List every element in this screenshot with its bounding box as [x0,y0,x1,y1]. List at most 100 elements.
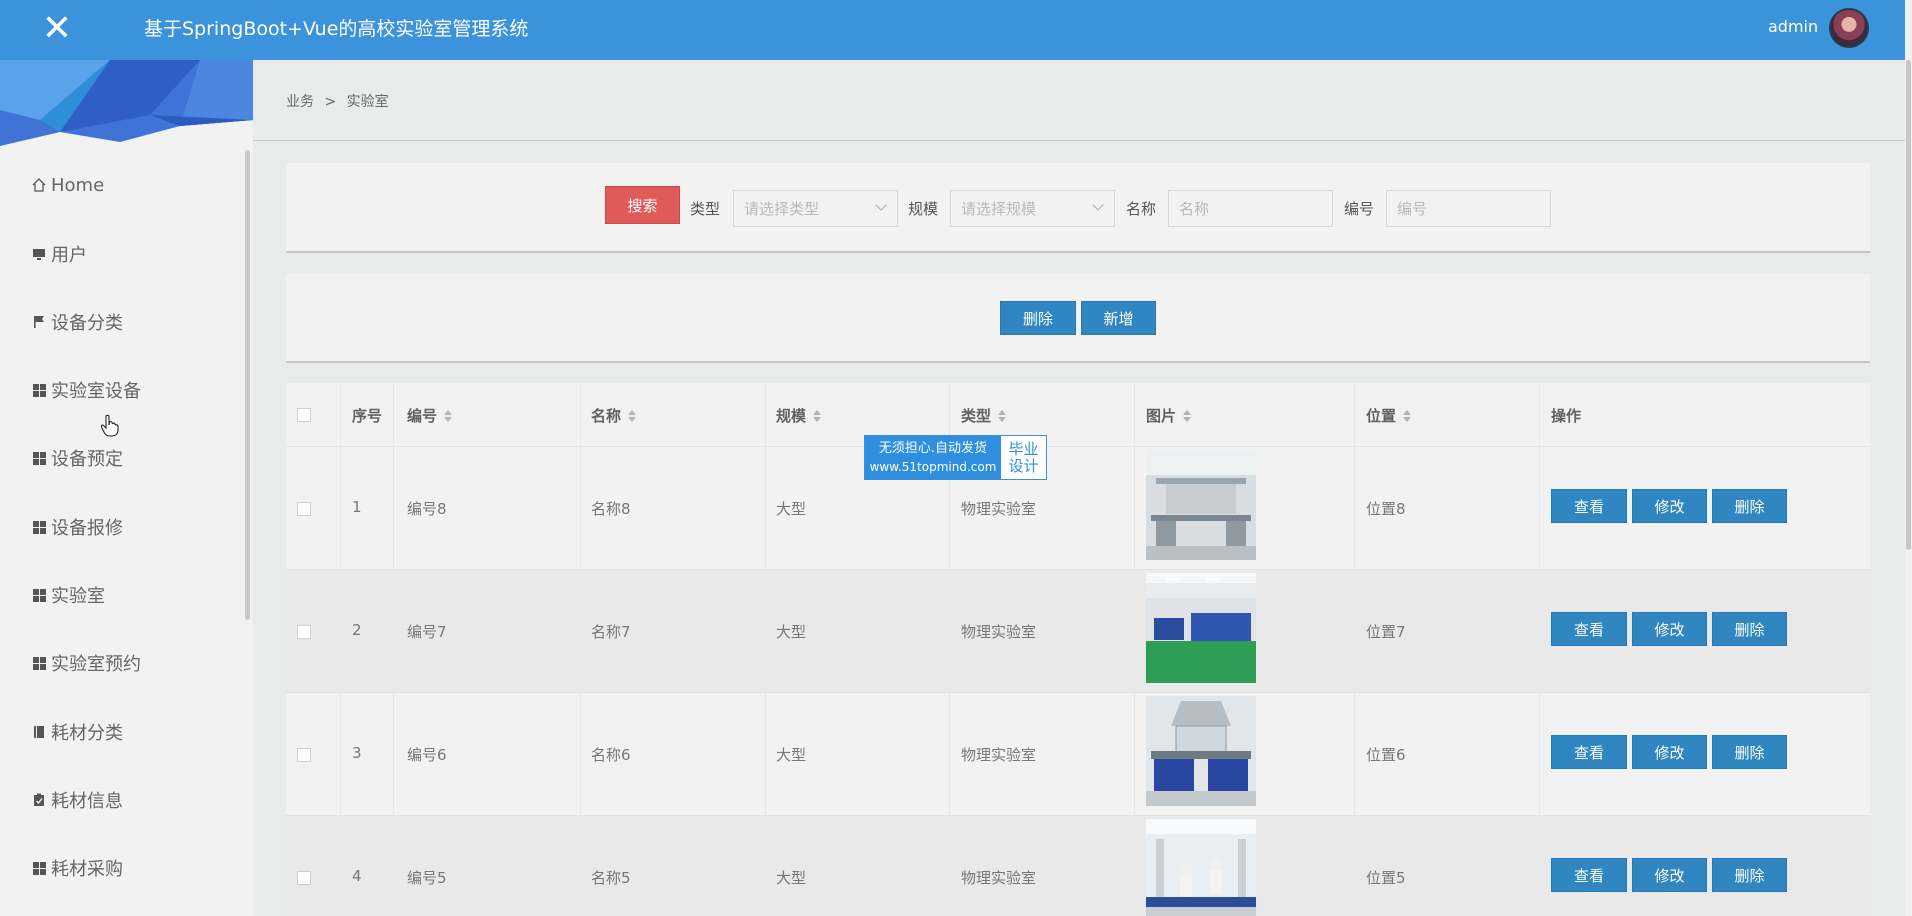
avatar[interactable] [1829,8,1869,48]
select-all-checkbox[interactable] [297,408,311,422]
name-input[interactable]: 名称 [1168,190,1333,227]
table-row: 4 编号5 名称5 大型 物理实验室 位置5 查看 修改 删除 [286,816,1870,916]
column-header-label: 类型 [961,407,992,425]
page-scrollbar[interactable] [1905,0,1912,916]
cell-scale: 大型 [776,869,807,887]
edit-button[interactable]: 修改 [1632,612,1707,646]
sidebar-item-material-purchase[interactable]: 耗材采购 [30,853,123,883]
cell-scale: 大型 [776,500,807,518]
lab-image[interactable] [1146,450,1256,560]
sort-icon[interactable] [1403,409,1412,422]
grid-icon [30,449,48,467]
home-icon [30,176,48,194]
watermark-right2: 设计 [1008,456,1039,475]
sidebar-item-device-repair[interactable]: 设备报修 [30,512,123,542]
column-header-label: 操作 [1551,407,1582,425]
column-header-label: 序号 [352,407,383,425]
delete-row-button[interactable]: 删除 [1712,858,1787,892]
sort-icon[interactable] [813,409,822,422]
sidebar-item-material-category[interactable]: 耗材分类 [30,717,123,747]
column-header-index: 序号 [352,405,382,426]
watermark-right: 毕业 设计 [1001,436,1046,479]
grid-icon [30,381,48,399]
monitor-icon [30,245,48,263]
column-header-image[interactable]: 图片 [1146,405,1192,426]
breadcrumb-separator: > [324,94,337,110]
sidebar-item-users[interactable]: 用户 [30,239,87,269]
sort-icon[interactable] [628,409,637,422]
sidebar-item-label: 耗材采购 [51,859,123,880]
cell-location: 位置6 [1366,746,1406,764]
column-header-label: 编号 [407,407,438,425]
edit-button[interactable]: 修改 [1632,858,1707,892]
table-header: 序号 编号 名称 规模 类型 图片 位置 操作 [286,383,1870,447]
table-row: 3 编号6 名称6 大型 物理实验室 位置6 查看 修改 删除 [286,693,1870,816]
column-header-location[interactable]: 位置 [1366,405,1412,426]
table-row: 1 编号8 名称8 大型 物理实验室 位置8 查看 修改 删除 [286,447,1870,570]
watermark-right1: 毕业 [1008,439,1039,458]
edit-button[interactable]: 修改 [1632,735,1707,769]
column-header-code[interactable]: 编号 [407,405,453,426]
view-button[interactable]: 查看 [1551,735,1627,769]
cell-name: 名称7 [591,623,631,641]
sidebar-item-home[interactable]: Home [30,170,104,200]
sidebar-item-lab-devices[interactable]: 实验室设备 [30,375,141,405]
column-header-name[interactable]: 名称 [591,405,637,426]
sidebar-item-lab-reservation[interactable]: 实验室预约 [30,648,141,678]
sidebar-scrollbar[interactable] [245,150,250,620]
page-scrollbar-thumb[interactable] [1906,60,1911,550]
watermark-badge: 无须担心.自动发货 www.51topmind.com 毕业 设计 [864,435,1047,480]
search-button[interactable]: 搜索 [605,186,680,224]
column-header-scale[interactable]: 规模 [776,405,822,426]
sidebar-item-device-category[interactable]: 设备分类 [30,307,123,337]
sidebar-item-material-info[interactable]: 耗材信息 [30,785,123,815]
delete-row-button[interactable]: 删除 [1712,612,1787,646]
delete-button[interactable]: 删除 [1000,301,1076,335]
grid-icon [30,859,48,877]
username[interactable]: admin [1768,17,1818,36]
view-button[interactable]: 查看 [1551,858,1627,892]
sidebar-item-label: 实验室设备 [51,381,141,402]
sidebar-item-device-booking[interactable]: 设备预定 [30,443,123,473]
sidebar-item-label: 用户 [51,245,87,266]
sidebar-item-label: 设备报修 [51,518,123,539]
sidebar-item-label: 耗材分类 [51,723,123,744]
close-icon[interactable]: ✕ [36,8,78,50]
column-header-label: 规模 [776,407,807,425]
code-input[interactable]: 编号 [1386,190,1551,227]
type-select[interactable]: 请选择类型 [733,190,898,227]
lab-image[interactable] [1146,573,1256,683]
view-button[interactable]: 查看 [1551,612,1627,646]
sort-icon[interactable] [998,409,1007,422]
hand-cursor-icon [100,414,119,437]
lab-image[interactable] [1146,696,1256,806]
sort-icon[interactable] [444,409,453,422]
column-header-type[interactable]: 类型 [961,405,1007,426]
cell-name: 名称8 [591,500,631,518]
breadcrumb-current: 实验室 [346,94,389,110]
cell-index: 2 [352,621,362,639]
sidebar-item-label: 实验室预约 [51,654,141,675]
delete-row-button[interactable]: 删除 [1712,735,1787,769]
add-button[interactable]: 新增 [1081,301,1156,335]
code-label: 编号 [1344,200,1375,218]
scale-select[interactable]: 请选择规模 [950,190,1115,227]
row-checkbox[interactable] [297,502,311,516]
row-checkbox[interactable] [297,625,311,639]
lab-image[interactable] [1146,819,1256,916]
scale-label: 规模 [908,200,939,218]
view-button[interactable]: 查看 [1551,489,1627,523]
edit-button[interactable]: 修改 [1632,489,1707,523]
sidebar-item-lab[interactable]: 实验室 [30,580,105,610]
cell-code: 编号7 [407,623,447,641]
delete-row-button[interactable]: 删除 [1712,489,1787,523]
row-checkbox[interactable] [297,748,311,762]
top-header: ✕ 基于SpringBoot+Vue的高校实验室管理系统 admin [0,0,1905,60]
sort-icon[interactable] [1183,409,1192,422]
row-checkbox[interactable] [297,871,311,885]
cell-index: 3 [352,744,362,762]
breadcrumb-parent[interactable]: 业务 [286,94,314,110]
sidebar-item-label: Home [51,174,105,196]
name-label: 名称 [1126,200,1157,218]
divider [253,140,1905,141]
